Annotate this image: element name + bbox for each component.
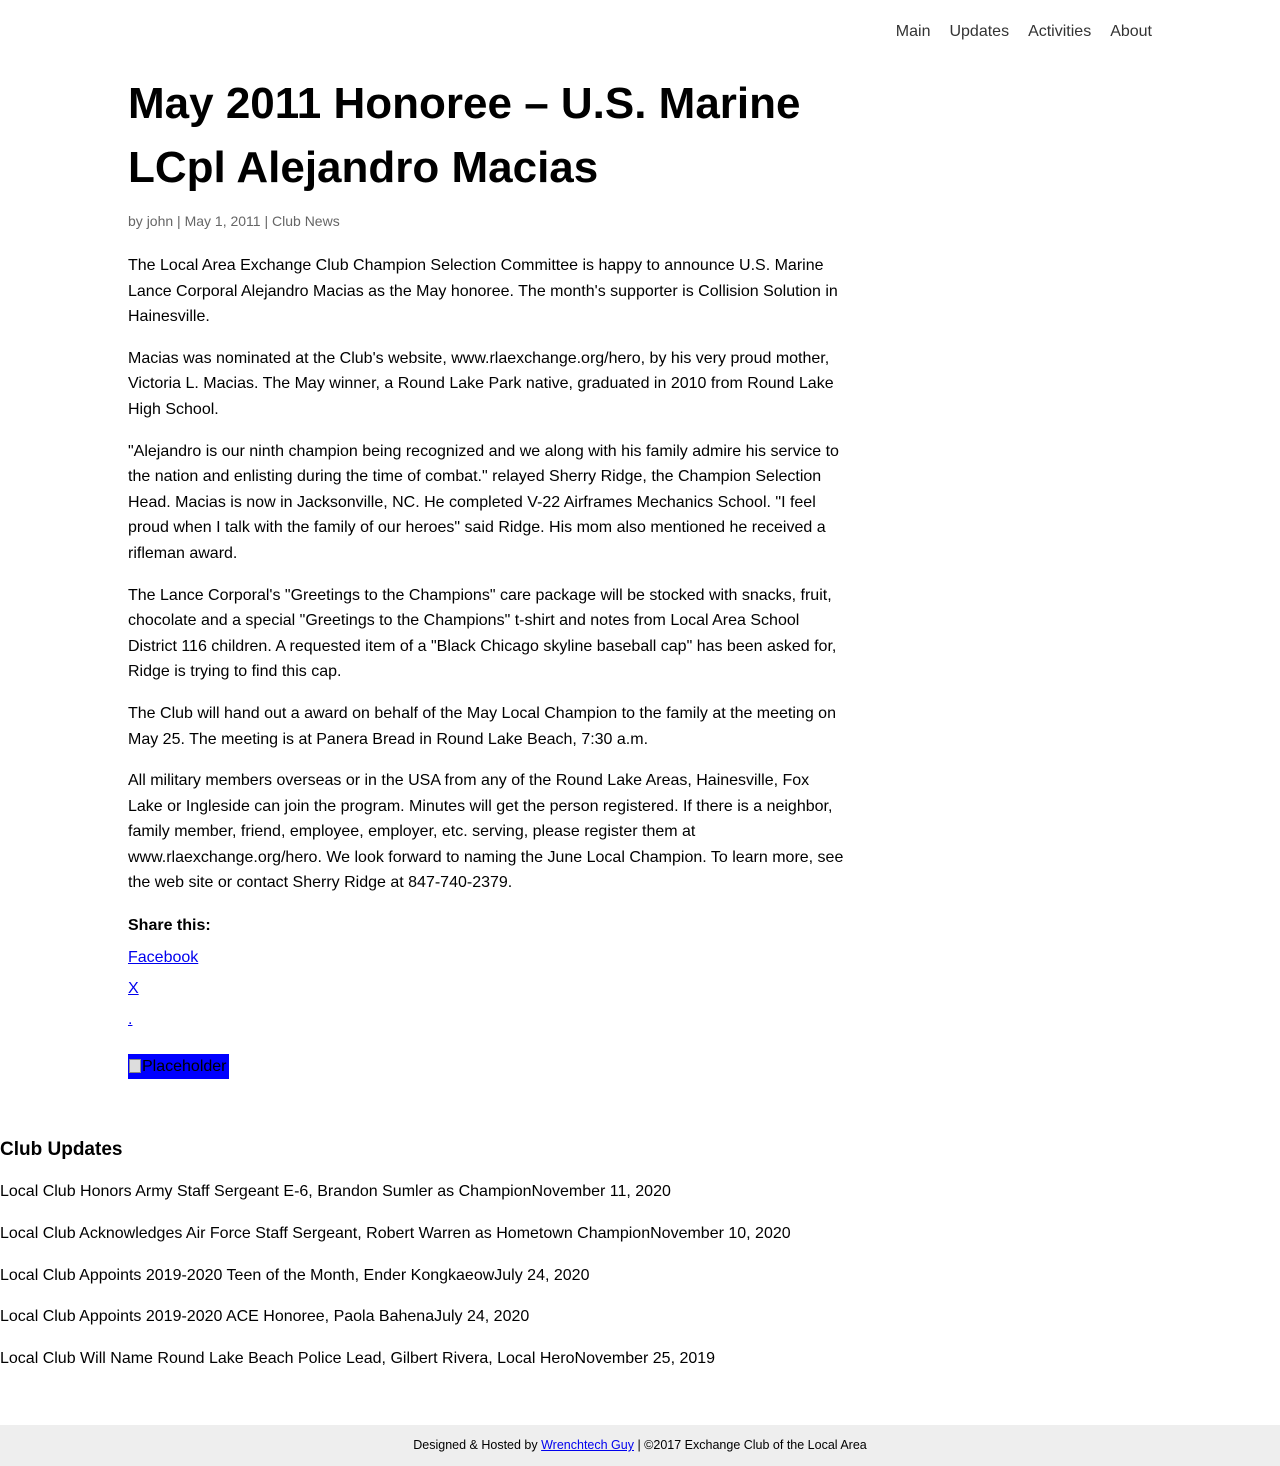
share-links: Facebook X .: [128, 948, 848, 1030]
post-meta-separator: |: [260, 213, 273, 229]
club-updates-section: Club Updates Local Club Honors Army Staf…: [0, 1138, 1280, 1391]
share-item: X: [128, 979, 848, 999]
post-paragraph: The Lance Corporal's "Greetings to the C…: [128, 586, 837, 681]
post-title: May 2011 Honoree – U.S. Marine LCpl Alej…: [128, 79, 801, 192]
post-article: May 2011 Honoree – U.S. Marine LCpl Alej…: [128, 72, 848, 1084]
update-title[interactable]: Local Club Appoints 2019-2020 ACE Honore…: [0, 1308, 434, 1325]
update-title[interactable]: Local Club Will Name Round Lake Beach Po…: [0, 1350, 575, 1367]
post-paragraph: All military members overseas or in the …: [128, 772, 844, 892]
club-updates-heading: Club Updates: [0, 1139, 123, 1160]
update-date: July 24, 2020: [434, 1308, 530, 1326]
update-list-item[interactable]: Local Club Acknowledges Air Force Staff …: [0, 1224, 1280, 1244]
footer-designer-link[interactable]: Wrenchtech Guy: [541, 1438, 634, 1452]
site-footer: Designed & Hosted by Wrenchtech Guy | ©2…: [0, 1425, 1280, 1466]
update-date: November 25, 2019: [574, 1350, 716, 1367]
club-updates-list: Local Club Honors Army Staff Sergeant E-…: [0, 1182, 1280, 1369]
nav-item-about[interactable]: About: [1110, 21, 1152, 43]
update-title[interactable]: Local Club Honors Army Staff Sergeant E-…: [0, 1183, 532, 1200]
update-list-item[interactable]: Local Club Appoints 2019-2020 Teen of th…: [0, 1266, 1280, 1286]
update-date: November 11, 2020: [531, 1183, 671, 1200]
nav-item-activities[interactable]: Activities: [1028, 21, 1091, 43]
nav-item-main[interactable]: Main: [896, 21, 931, 43]
top-navigation: Main Updates Activities About: [896, 21, 1152, 43]
post-category-link[interactable]: Club News: [272, 213, 340, 229]
update-date: November 10, 2020: [650, 1224, 791, 1242]
post-body: The Local Area Exchange Club Champion Se…: [128, 253, 848, 896]
post-meta-separator: |: [173, 213, 185, 229]
page: Main Updates Activities About May 2011 H…: [0, 0, 1280, 1466]
post-paragraph: The Club will hand out a award on behalf…: [128, 704, 836, 748]
update-list-item[interactable]: Local Club Honors Army Staff Sergeant E-…: [0, 1182, 1280, 1202]
share-facebook-link[interactable]: Facebook: [128, 949, 198, 966]
post-author-link[interactable]: john: [147, 213, 173, 229]
post-paragraph: Macias was nominated at the Club's websi…: [128, 349, 834, 418]
post-paragraph: The Local Area Exchange Club Champion Se…: [128, 257, 838, 326]
share-item: Facebook: [128, 948, 848, 968]
post-meta-by: by: [128, 213, 147, 229]
footer-copyright: | ©2017 Exchange Club of the Local Area: [633, 1438, 867, 1452]
update-list-item[interactable]: Local Club Appoints 2019-2020 ACE Honore…: [0, 1307, 1280, 1327]
post-meta: by john | May 1, 2011 | Club News: [128, 211, 848, 231]
update-title[interactable]: Local Club Acknowledges Air Force Staff …: [0, 1225, 650, 1242]
share-heading: Share this:: [128, 917, 211, 935]
share-more-link[interactable]: .: [128, 1011, 132, 1028]
share-item: .: [128, 1010, 848, 1030]
post-date: May 1, 2011: [184, 213, 261, 229]
update-list-item[interactable]: Local Club Will Name Round Lake Beach Po…: [0, 1349, 1280, 1369]
broken-image-icon: [129, 1059, 141, 1074]
post-paragraph: "Alejandro is our ninth champion being r…: [128, 442, 839, 562]
update-date: July 24, 2020: [494, 1266, 590, 1284]
placeholder-alt-text: Placeholder: [142, 1058, 227, 1076]
update-title[interactable]: Local Club Appoints 2019-2020 Teen of th…: [0, 1267, 494, 1284]
nav-item-updates[interactable]: Updates: [949, 21, 1009, 43]
footer-prefix: Designed & Hosted by: [413, 1438, 542, 1452]
placeholder-image: Placeholder: [128, 1054, 229, 1080]
share-x-link[interactable]: X: [128, 980, 139, 997]
